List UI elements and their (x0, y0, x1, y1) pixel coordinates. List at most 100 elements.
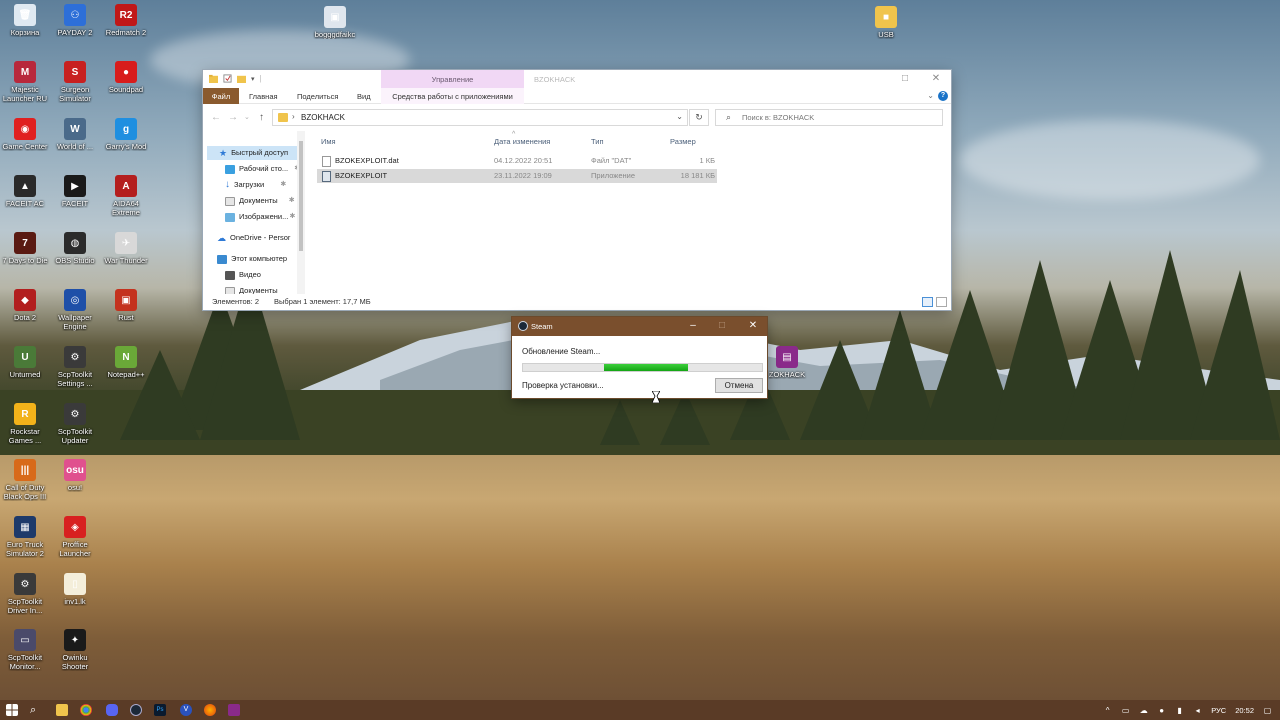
clock[interactable]: 20:52 (1235, 706, 1254, 715)
desktop-icon[interactable]: 7 7 Days to Die (0, 232, 50, 265)
desktop-icon[interactable]: ▤ ZOKHACK (762, 346, 812, 379)
firefox-icon[interactable] (204, 704, 216, 716)
breadcrumb-separator-icon[interactable]: › (292, 112, 295, 121)
address-bar[interactable]: › BZOKHACK ⌄ (272, 109, 688, 126)
forward-arrow-icon[interactable]: → (228, 112, 238, 123)
manage-tab[interactable]: Управление (381, 70, 524, 88)
file-row[interactable]: BZOKEXPLOIT.dat 04.12.2022 20:51 Файл "D… (317, 154, 717, 168)
desktop-icon[interactable]: W World of ... (50, 118, 100, 151)
maximize-icon[interactable]: □ (899, 73, 911, 85)
nav-documents[interactable]: Документы ✱ (225, 194, 295, 208)
column-name[interactable]: Имя (321, 137, 336, 146)
nav-pc-documents[interactable]: Документы (225, 284, 278, 294)
nav-quick-access[interactable]: ★ Быстрый доступ (207, 146, 297, 160)
file-row-selected[interactable]: BZOKEXPLOIT 23.11.2022 19:09 Приложение … (317, 169, 717, 183)
navigation-pane[interactable]: ★ Быстрый доступ Рабочий сто... ✱ ↓ Загр… (203, 131, 307, 294)
network-icon[interactable]: ▮ (1175, 706, 1184, 715)
recent-locations-icon[interactable]: ⌄ (244, 113, 250, 121)
desktop-icon[interactable]: ▦ Euro Truck Simulator 2 (0, 516, 50, 558)
details-view-icon[interactable] (922, 297, 933, 307)
desktop-icon[interactable]: ▣ bogggdfaikc (310, 6, 360, 39)
desktop-icon[interactable]: U Unturned (0, 346, 50, 379)
microphone-icon[interactable]: ● (1157, 706, 1166, 715)
vpn-icon[interactable]: V (180, 704, 192, 716)
desktop-icon[interactable]: S Surgeon Simulator (50, 61, 100, 103)
tab-home[interactable]: Главная (249, 88, 278, 104)
desktop-icon[interactable]: ⚙ ScpToolkit Settings ... (50, 346, 100, 388)
breadcrumb[interactable]: BZOKHACK (301, 113, 345, 122)
close-icon[interactable]: ✕ (747, 320, 759, 332)
explorer-window[interactable]: ▾ | Управление BZOKHACK □ ✕ Файл Главная… (203, 70, 951, 310)
up-arrow-icon[interactable]: ↑ (259, 112, 264, 123)
desktop-icon[interactable]: M Majestic Launcher RU (0, 61, 50, 103)
nav-this-pc[interactable]: Этот компьютер (217, 252, 287, 266)
desktop-icon[interactable]: ▯ inv1.lk (50, 573, 100, 606)
desktop-icon[interactable]: ◎ Wallpaper Engine (50, 289, 100, 331)
language-indicator[interactable]: РУС (1211, 706, 1226, 715)
nav-downloads[interactable]: ↓ Загрузки ✱ (225, 178, 286, 192)
nav-pictures[interactable]: Изображени... ✱ (225, 210, 295, 224)
column-size[interactable]: Размер (670, 137, 696, 146)
discord-icon[interactable] (106, 704, 118, 716)
desktop-icon[interactable]: g Garry's Mod (101, 118, 151, 151)
desktop-icon[interactable]: A AIDA64 Extreme (101, 175, 151, 217)
desktop-icon[interactable]: osu osu! (50, 459, 100, 492)
desktop-icon[interactable]: ◍ OBS Studio (50, 232, 100, 265)
steam-taskbar-icon[interactable] (130, 704, 142, 716)
desktop-icon[interactable]: R2 Redmatch 2 (101, 4, 151, 37)
desktop-icon[interactable]: ◆ Dota 2 (0, 289, 50, 322)
back-arrow-icon[interactable]: ← (211, 112, 221, 123)
chrome-icon[interactable] (80, 704, 92, 716)
desktop-icon[interactable]: N Notepad++ (101, 346, 151, 379)
tiles-view-icon[interactable] (936, 297, 947, 307)
tab-app-tools[interactable]: Средства работы с приложениями (381, 88, 524, 104)
volume-icon[interactable]: ◂ (1193, 706, 1202, 715)
tablet-icon[interactable]: ▭ (1121, 706, 1130, 715)
desktop-icon[interactable]: ● Soundpad (101, 61, 151, 94)
file-explorer-icon[interactable] (56, 704, 68, 716)
chevron-up-icon[interactable]: ^ (1103, 706, 1112, 715)
desktop-icon[interactable]: ▭ ScpToolkit Monitor... (0, 629, 50, 671)
nav-onedrive[interactable]: ☁ OneDrive - Persor (217, 231, 290, 245)
photoshop-icon[interactable]: Ps (154, 704, 166, 716)
cloud-icon[interactable]: ☁ (1139, 706, 1148, 715)
help-icon[interactable]: ? (938, 91, 948, 101)
nav-desktop[interactable]: Рабочий сто... ✱ (225, 162, 300, 176)
scrollbar-thumb[interactable] (299, 141, 303, 251)
address-dropdown-icon[interactable]: ⌄ (676, 112, 683, 121)
desktop-icon[interactable]: R Rockstar Games ... (0, 403, 50, 445)
search-icon[interactable]: ⌕ (30, 704, 42, 716)
desktop-icon[interactable]: ▲ FACEIT AC (0, 175, 50, 208)
column-date[interactable]: Дата изменения (494, 137, 550, 146)
ribbon-expand-icon[interactable]: ⌄ (927, 91, 934, 100)
desktop-icon[interactable]: ◈ Proffice Launcher (50, 516, 100, 558)
desktop-icon[interactable]: ⚙ ScpToolkit Driver In... (0, 573, 50, 615)
desktop-icon[interactable]: ◉ Game Center (0, 118, 50, 151)
desktop-icon[interactable]: ⚇ PAYDAY 2 (50, 4, 100, 37)
desktop-icon[interactable]: 🗑 Корзина (0, 4, 50, 37)
tab-share[interactable]: Поделиться (297, 88, 338, 104)
desktop-icon[interactable]: ||| Call of Duty Black Ops III (0, 459, 50, 501)
steam-update-dialog[interactable]: Steam – □ ✕ Обновление Steam... Проверка… (512, 317, 767, 398)
windows-start-icon[interactable] (6, 704, 18, 716)
explorer-titlebar[interactable]: ▾ | Управление BZOKHACK □ ✕ (203, 70, 951, 88)
cancel-button[interactable]: Отмена (715, 378, 763, 393)
desktop-icon[interactable]: ✈ War Thunder (101, 232, 151, 265)
properties-icon[interactable] (223, 74, 232, 83)
column-type[interactable]: Тип (591, 137, 604, 146)
file-list[interactable]: ^ Имя Дата изменения Тип Размер BZOKEXPL… (313, 131, 951, 294)
tab-file[interactable]: Файл (203, 88, 239, 104)
desktop-icon[interactable]: ▶ FACEIT (50, 175, 100, 208)
nav-video[interactable]: Видео (225, 268, 261, 282)
notifications-icon[interactable]: ▢ (1263, 706, 1272, 715)
nav-scrollbar[interactable] (297, 131, 305, 294)
close-icon[interactable]: ✕ (930, 73, 942, 85)
desktop-icon[interactable]: ✦ Owinku Shooter (50, 629, 100, 671)
refresh-button[interactable]: ↻ (689, 109, 709, 126)
archiver-icon[interactable] (228, 704, 240, 716)
desktop-icon[interactable]: ■ USB (861, 6, 911, 39)
search-input[interactable]: ⌕ Поиск в: BZOKHACK (715, 109, 943, 126)
new-folder-icon[interactable] (237, 74, 246, 83)
qat-dropdown-icon[interactable]: ▾ (251, 75, 255, 83)
steam-titlebar[interactable]: Steam – □ ✕ (512, 317, 767, 336)
